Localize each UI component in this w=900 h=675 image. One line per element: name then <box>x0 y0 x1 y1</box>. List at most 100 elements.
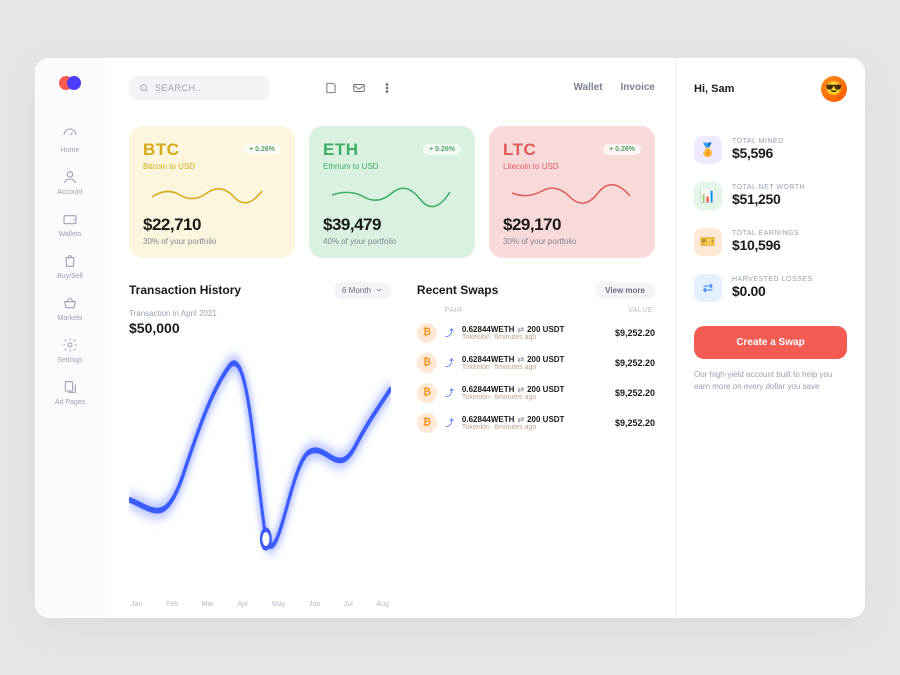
search-icon <box>139 83 149 93</box>
sidebar-item-wallets[interactable]: Wallets <box>55 210 85 238</box>
topbar: SEARCH.. Wallet Invoice <box>129 76 655 100</box>
view-more-button[interactable]: View more <box>595 282 655 299</box>
share-icon: ⤴ <box>445 326 454 339</box>
create-swap-button[interactable]: Create a Swap <box>694 326 847 359</box>
sidebar-item-adpages[interactable]: Ad Pages <box>55 378 85 406</box>
gauge-icon <box>61 126 79 144</box>
card-ltc[interactable]: LTC+ 0.26% Litecoin to USD $29,170 30% o… <box>489 126 655 258</box>
search-input[interactable]: SEARCH.. <box>129 76 269 100</box>
topbar-icons <box>323 80 395 96</box>
history-title: Transaction History <box>129 283 241 297</box>
card-eth[interactable]: ETH+ 0.26% Ethrium to USD $39,479 40% of… <box>309 126 475 258</box>
recent-swaps: Recent Swaps View more PAIR VALUE ₿ ⤴ 0.6… <box>417 282 655 608</box>
swap-value: $9,252.20 <box>615 328 655 338</box>
month-axis: JanFebMarAprMayJunJulAug <box>129 601 391 608</box>
link-wallet[interactable]: Wallet <box>573 82 602 93</box>
price: $39,479 <box>323 215 461 235</box>
sidebar-nav: Home Account Wallets Buy/Sell Markets Se… <box>55 126 85 406</box>
col-value: VALUE <box>628 307 653 314</box>
sidebar-item-label: Buy/Sell <box>57 273 83 280</box>
swap-icon: ⇄ <box>694 274 722 302</box>
swap-row[interactable]: ₿ ⤴ 0.62844WETH⇄200 USDT Tokenlon· 6minu… <box>417 348 655 378</box>
medal-icon: 🏅 <box>694 136 722 164</box>
sidebar-item-settings[interactable]: Settings <box>55 336 85 364</box>
sidebar-item-buysell[interactable]: Buy/Sell <box>55 252 85 280</box>
user-icon <box>61 168 79 186</box>
sparkline <box>143 179 281 209</box>
sidebar-item-label: Wallets <box>59 231 82 238</box>
note-icon[interactable] <box>323 80 339 96</box>
transaction-history: Transaction History 6 Month Transaction … <box>129 282 391 608</box>
history-chart <box>129 342 391 597</box>
change-pill: + 0.26% <box>243 144 281 155</box>
ticker: ETH <box>323 140 359 160</box>
change-pill: + 0.26% <box>423 144 461 155</box>
period-select[interactable]: 6 Month <box>334 282 391 299</box>
change-pill: + 0.26% <box>603 144 641 155</box>
link-invoice[interactable]: Invoice <box>621 82 655 93</box>
swap-meta: Tokenlon· 6minutes ago <box>462 394 607 401</box>
swap-row[interactable]: ₿ ⤴ 0.62844WETH⇄200 USDT Tokenlon· 6minu… <box>417 408 655 438</box>
sidebar-item-label: Home <box>61 147 80 154</box>
portfolio-share: 40% of your portfolio <box>323 237 461 246</box>
swap-pair: 0.62844WETH⇄200 USDT <box>462 415 607 424</box>
bitcoin-icon: ₿ <box>417 353 437 373</box>
sparkline <box>503 179 641 209</box>
pages-icon <box>61 378 79 396</box>
swap-value: $9,252.20 <box>615 358 655 368</box>
price: $29,170 <box>503 215 641 235</box>
sparkline <box>323 179 461 209</box>
swap-meta: Tokenlon· 6minutes ago <box>462 364 607 371</box>
swap-list: ₿ ⤴ 0.62844WETH⇄200 USDT Tokenlon· 6minu… <box>417 318 655 438</box>
swap-row[interactable]: ₿ ⤴ 0.62844WETH⇄200 USDT Tokenlon· 6minu… <box>417 378 655 408</box>
pair-label: Bitcoin to USD <box>143 162 281 171</box>
sidebar-item-label: Settings <box>57 357 82 364</box>
top-links: Wallet Invoice <box>573 82 655 93</box>
history-amount: $50,000 <box>129 320 391 336</box>
col-pair: PAIR <box>445 307 463 314</box>
search-placeholder: SEARCH.. <box>155 83 202 93</box>
main-area: SEARCH.. Wallet Invoice BTC+ 0.26% Bitco… <box>105 58 675 618</box>
share-icon: ⤴ <box>445 416 454 429</box>
avatar[interactable]: 😎 <box>821 76 847 102</box>
swap-value: $9,252.20 <box>615 418 655 428</box>
stat-networth: 📊TOTAL NET WORTH$51,250 <box>694 182 847 210</box>
sidebar-item-label: Account <box>57 189 82 196</box>
sidebar-item-account[interactable]: Account <box>55 168 85 196</box>
swaps-title: Recent Swaps <box>417 283 498 297</box>
logo-icon <box>59 76 81 98</box>
portfolio-share: 30% of your portfolio <box>503 237 641 246</box>
share-icon: ⤴ <box>445 356 454 369</box>
stat-losses: ⇄HARVESTED LOSSES$0.00 <box>694 274 847 302</box>
swap-meta: Tokenlon· 6minutes ago <box>462 334 607 341</box>
pair-label: Litecoin to USD <box>503 162 641 171</box>
swap-meta: Tokenlon· 6minutes ago <box>462 424 607 431</box>
right-panel: Hi, Sam 😎 🏅TOTAL MINED$5,596 📊TOTAL NET … <box>675 58 865 618</box>
stat-earnings: 🎫TOTAL EARNINGS$10,596 <box>694 228 847 256</box>
user-block: Hi, Sam 😎 <box>694 76 847 102</box>
swap-pair: 0.62844WETH⇄200 USDT <box>462 385 607 394</box>
wallet-icon <box>61 210 79 228</box>
stats-list: 🏅TOTAL MINED$5,596 📊TOTAL NET WORTH$51,2… <box>694 136 847 302</box>
bitcoin-icon: ₿ <box>417 383 437 403</box>
history-subtitle: Transaction in April 2021 <box>129 309 391 318</box>
stat-mined: 🏅TOTAL MINED$5,596 <box>694 136 847 164</box>
lower-section: Transaction History 6 Month Transaction … <box>129 282 655 608</box>
bitcoin-icon: ₿ <box>417 323 437 343</box>
sidebar-item-home[interactable]: Home <box>55 126 85 154</box>
price: $22,710 <box>143 215 281 235</box>
portfolio-share: 30% of your portfolio <box>143 237 281 246</box>
sidebar-item-label: Ad Pages <box>55 399 85 406</box>
greeting: Hi, Sam <box>694 83 734 95</box>
swap-pair: 0.62844WETH⇄200 USDT <box>462 325 607 334</box>
swap-value: $9,252.20 <box>615 388 655 398</box>
bars-icon: 📊 <box>694 182 722 210</box>
bitcoin-icon: ₿ <box>417 413 437 433</box>
more-icon[interactable] <box>379 80 395 96</box>
footer-note: Our high-yield account built to help you… <box>694 369 847 393</box>
share-icon: ⤴ <box>445 386 454 399</box>
sidebar-item-markets[interactable]: Markets <box>55 294 85 322</box>
card-btc[interactable]: BTC+ 0.26% Bitcoin to USD $22,710 30% of… <box>129 126 295 258</box>
mail-icon[interactable] <box>351 80 367 96</box>
swap-row[interactable]: ₿ ⤴ 0.62844WETH⇄200 USDT Tokenlon· 6minu… <box>417 318 655 348</box>
